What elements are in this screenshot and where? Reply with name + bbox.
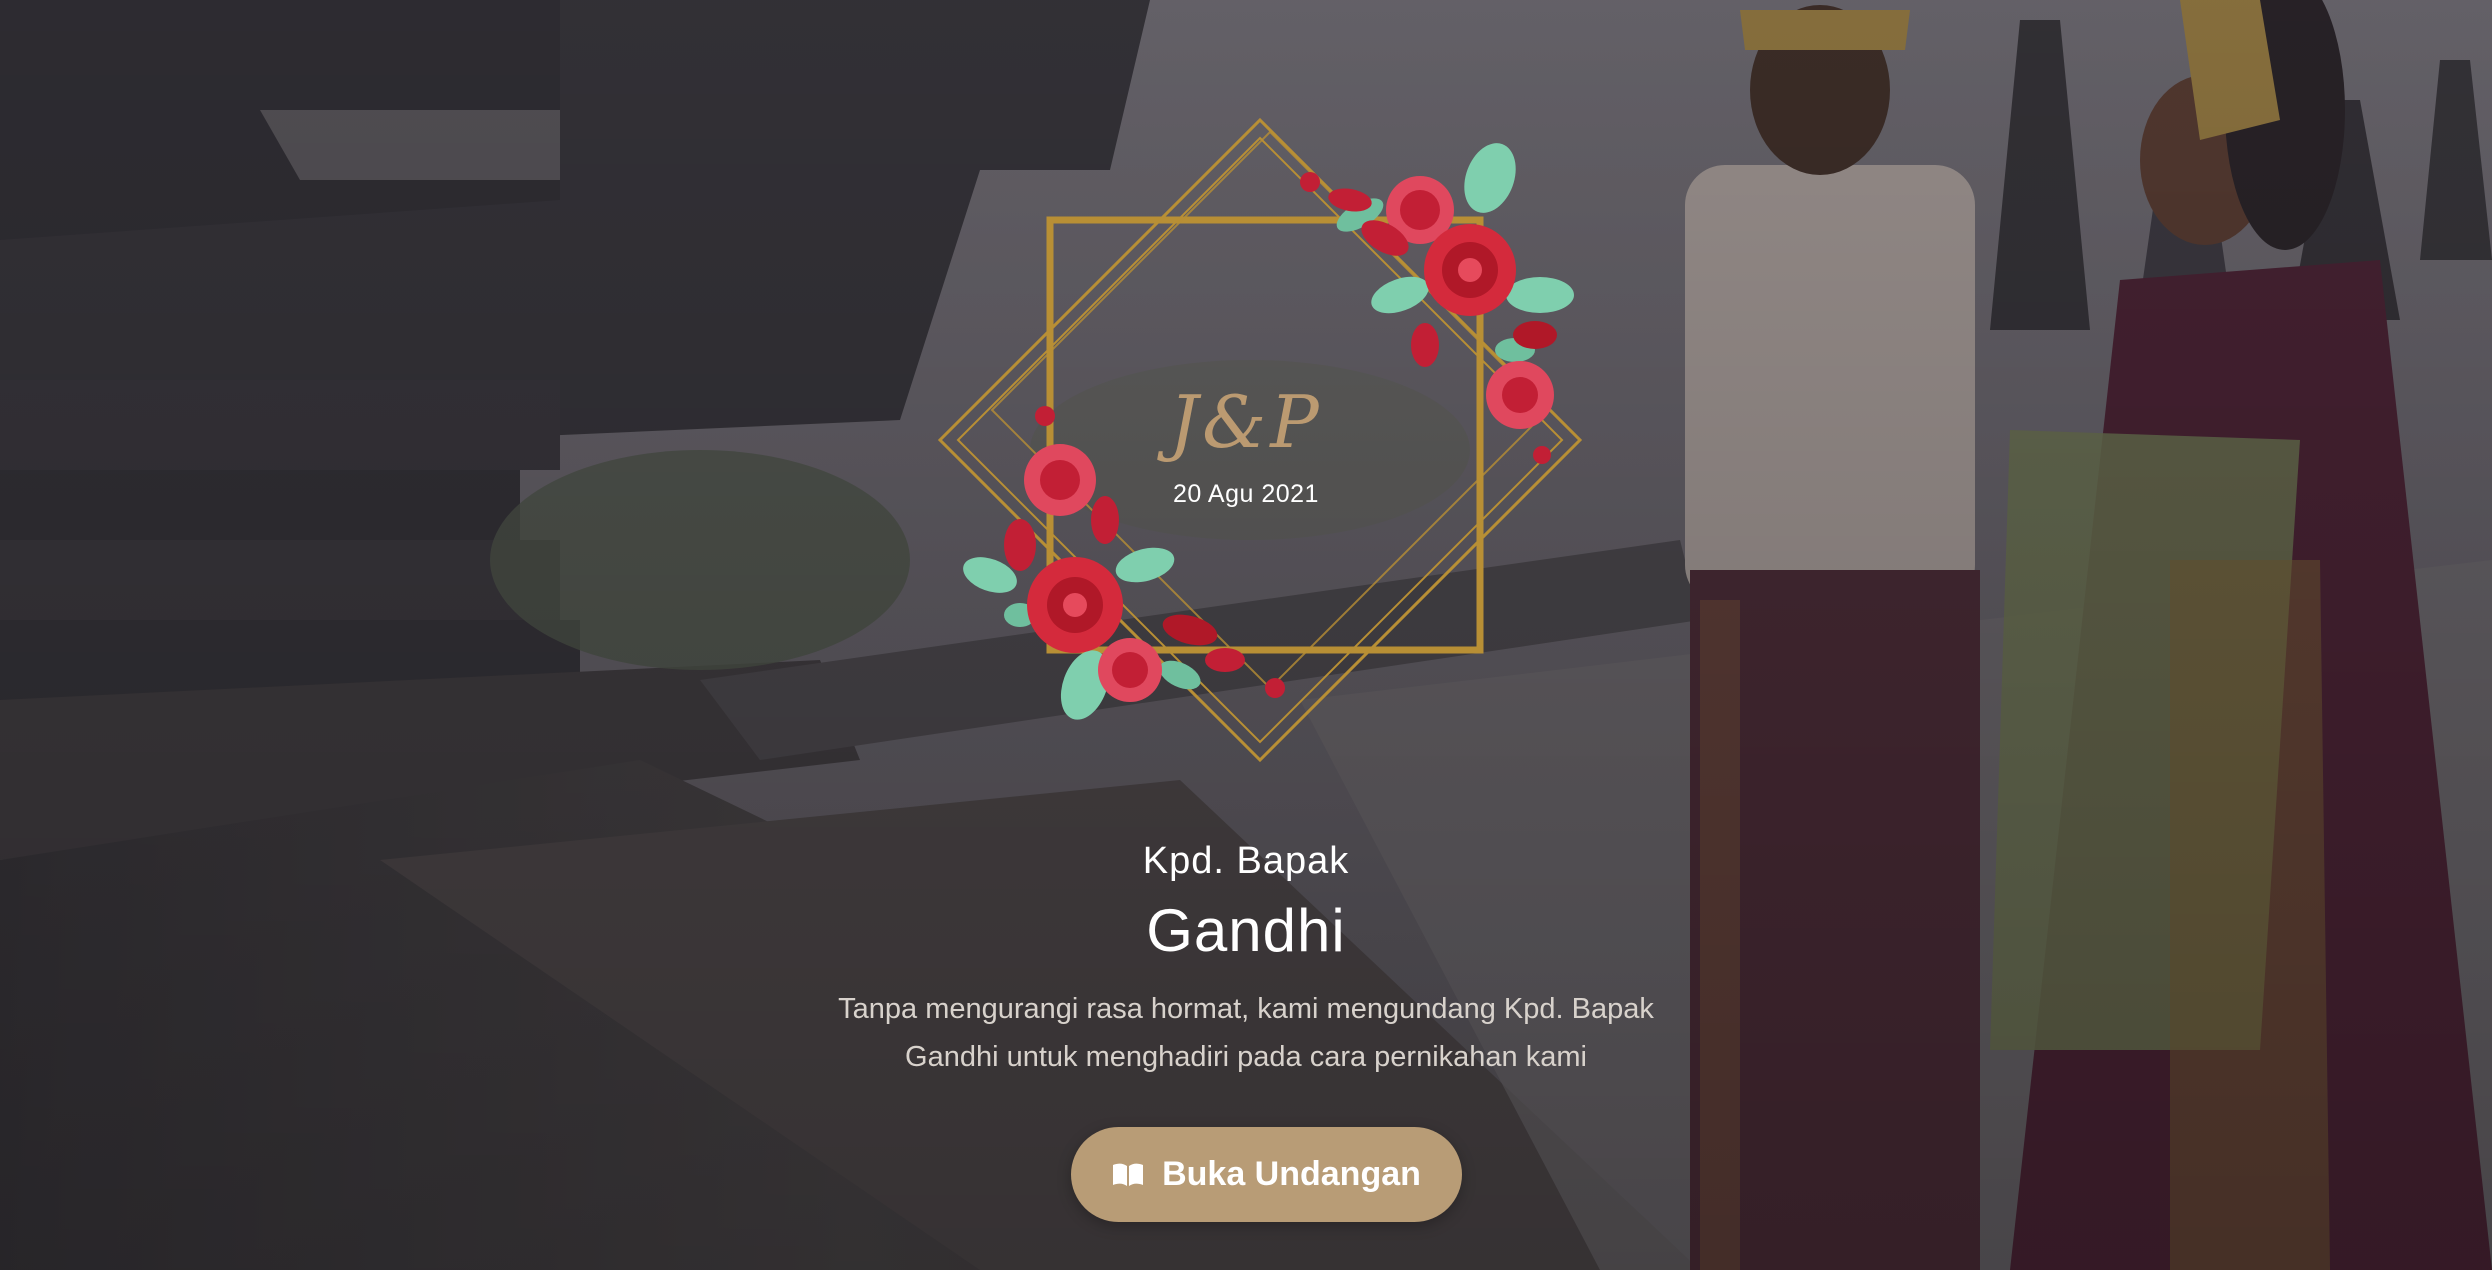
couple-monogram: J&P: [1169, 380, 1323, 464]
open-invitation-button[interactable]: Buka Undangan: [1071, 1127, 1462, 1222]
open-invitation-label: Buka Undangan: [1162, 1155, 1421, 1193]
cover-content: J&P 20 Agu 2021 Kpd. Bapak Gandhi Tanpa …: [0, 0, 2492, 1270]
guest-name: Gandhi: [1146, 897, 1346, 964]
guest-prefix: Kpd. Bapak: [1142, 840, 1350, 882]
event-date: 20 Agu 2021: [1173, 480, 1319, 508]
invitation-cover: J&P 20 Agu 2021 Kpd. Bapak Gandhi Tanpa …: [0, 0, 2492, 1270]
book-open-icon: [1112, 1162, 1144, 1188]
invitation-message: Tanpa mengurangi rasa hormat, kami mengu…: [838, 993, 1654, 1073]
